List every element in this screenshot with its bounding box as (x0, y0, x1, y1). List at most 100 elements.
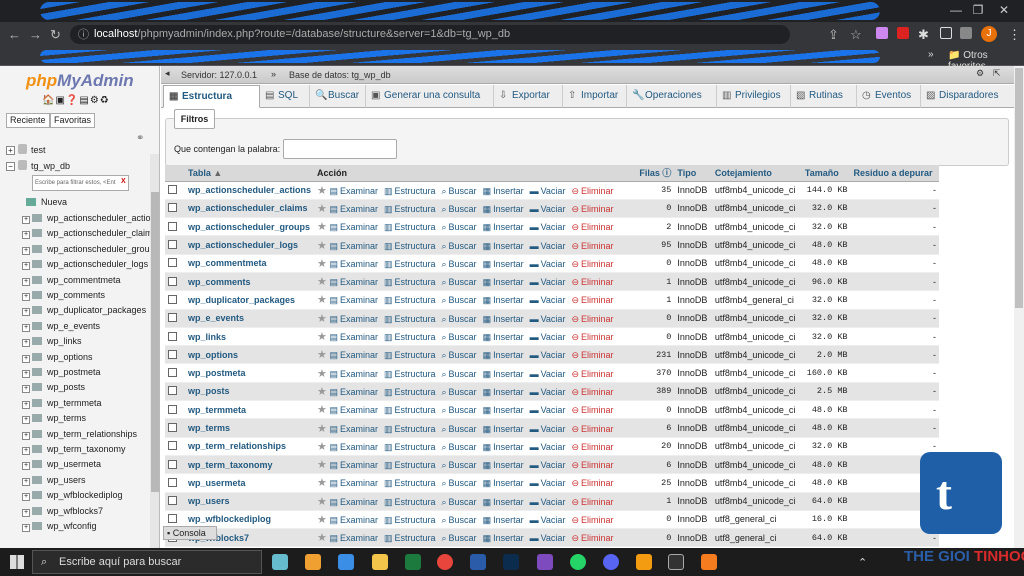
help-circle-icon[interactable]: ⓘ (662, 168, 671, 178)
home-icon[interactable]: 🏠 (42, 95, 55, 106)
sort-tamano-link[interactable]: Tamaño (805, 168, 839, 178)
drop-action[interactable]: ⊖ Eliminar (571, 186, 613, 196)
bookmark-star-icon[interactable]: ☆ (850, 27, 862, 43)
page-scroll-thumb[interactable] (1015, 68, 1023, 308)
table-name-link[interactable]: wp_commentmeta (188, 258, 267, 268)
empty-action[interactable]: ▬ Vaciar (530, 515, 566, 525)
structure-action[interactable]: ▥ Estructura (384, 405, 436, 415)
row-checkbox[interactable] (168, 441, 177, 451)
breadcrumb-database[interactable]: Base de datos: tg_wp_db (289, 70, 391, 80)
row-checkbox[interactable] (168, 240, 177, 250)
table-size[interactable]: 32.0 KB (801, 327, 851, 347)
search-action[interactable]: ⌕ Buscar (442, 369, 477, 379)
insert-action[interactable]: ▦ Insertar (483, 222, 524, 232)
favorite-star-icon[interactable]: ★ (317, 404, 327, 416)
structure-action[interactable]: ▥ Estructura (384, 241, 436, 251)
structure-action[interactable]: ▥ Estructura (384, 424, 436, 434)
examine-action[interactable]: ▤ Examinar (329, 405, 378, 415)
expand-icon[interactable]: + (22, 231, 30, 240)
insert-action[interactable]: ▦ Insertar (483, 442, 524, 452)
expand-icon[interactable]: + (22, 385, 30, 394)
table-size[interactable]: 64.0 KB (801, 492, 851, 511)
examine-action[interactable]: ▤ Examinar (329, 442, 378, 452)
maximize-button[interactable]: ❐ (968, 3, 988, 17)
table-name-link[interactable]: wp_actionscheduler_actions (188, 185, 311, 195)
reload-icon[interactable]: ↻ (50, 27, 61, 43)
drop-action[interactable]: ⊖ Eliminar (571, 533, 613, 543)
header-filas[interactable]: Filas ⓘ (634, 165, 675, 182)
examine-action[interactable]: ▤ Examinar (329, 515, 378, 525)
insert-action[interactable]: ▦ Insertar (483, 186, 524, 196)
whatsapp-icon[interactable] (570, 554, 586, 570)
sort-residuo-link[interactable]: Residuo a depurar (854, 168, 933, 178)
empty-action[interactable]: ▬ Vaciar (530, 533, 566, 543)
nav-table-item[interactable]: + wp_wfblockediplog (22, 488, 123, 503)
drop-action[interactable]: ⊖ Eliminar (571, 295, 613, 305)
examine-action[interactable]: ▤ Examinar (329, 295, 378, 305)
structure-action[interactable]: ▥ Estructura (384, 533, 436, 543)
phpmyadmin-logo[interactable]: phpMyAdmin (26, 71, 134, 91)
word-icon[interactable] (470, 554, 486, 570)
search-action[interactable]: ⌕ Buscar (442, 222, 477, 232)
empty-action[interactable]: ▬ Vaciar (530, 405, 566, 415)
favorite-star-icon[interactable]: ★ (317, 294, 327, 306)
table-name-link[interactable]: wp_actionscheduler_logs (188, 240, 298, 250)
examine-action[interactable]: ▤ Examinar (329, 277, 378, 287)
search-action[interactable]: ⌕ Buscar (442, 277, 477, 287)
row-checkbox[interactable] (168, 221, 177, 231)
pdf-extension-icon[interactable] (897, 27, 909, 39)
table-size[interactable]: 32.0 KB (801, 217, 851, 237)
search-action[interactable]: ⌕ Buscar (442, 424, 477, 434)
chrome-icon[interactable] (437, 554, 453, 570)
expand-icon[interactable]: + (22, 308, 30, 317)
tab-importar[interactable]: ⇧ Importar (563, 85, 627, 108)
extension-icon[interactable] (876, 27, 888, 39)
favorite-star-icon[interactable]: ★ (317, 331, 327, 343)
favorite-star-icon[interactable]: ★ (317, 514, 327, 526)
tab-exportar[interactable]: ⇩ Exportar (494, 85, 563, 108)
insert-action[interactable]: ▦ Insertar (483, 497, 524, 507)
db-item-test[interactable]: + test (6, 143, 46, 157)
table-name-link[interactable]: wp_terms (188, 423, 230, 433)
table-size[interactable]: 64.0 KB (801, 528, 851, 548)
settings-icon[interactable]: ⚙ (90, 95, 100, 106)
table-name-link[interactable]: wp_links (188, 332, 226, 342)
app-icon-2[interactable] (668, 554, 684, 570)
drop-action[interactable]: ⊖ Eliminar (571, 204, 613, 214)
media-app-icon[interactable] (305, 554, 321, 570)
expand-icon[interactable]: + (22, 262, 30, 271)
table-size[interactable]: 32.0 KB (801, 290, 851, 310)
close-window-button[interactable]: ✕ (994, 3, 1014, 17)
nav-new-table[interactable]: Nueva (26, 195, 67, 210)
search-action[interactable]: ⌕ Buscar (442, 314, 477, 324)
insert-action[interactable]: ▦ Insertar (483, 533, 524, 543)
share-icon[interactable]: ⇪ (828, 27, 839, 43)
table-size[interactable]: 32.0 KB (801, 309, 851, 328)
favorite-star-icon[interactable]: ★ (317, 459, 327, 471)
row-checkbox[interactable] (168, 276, 177, 286)
tab-eventos[interactable]: ◷ Eventos (857, 85, 921, 108)
examine-action[interactable]: ▤ Examinar (329, 460, 378, 470)
row-checkbox[interactable] (168, 514, 177, 524)
nav-table-item[interactable]: + wp_actionscheduler_logs (22, 257, 148, 272)
photoshop-icon[interactable] (503, 554, 519, 570)
structure-action[interactable]: ▥ Estructura (384, 387, 436, 397)
row-checkbox[interactable] (168, 313, 177, 323)
expand-icon[interactable]: + (22, 246, 30, 255)
row-checkbox[interactable] (168, 386, 177, 396)
favorite-star-icon[interactable]: ★ (317, 203, 327, 215)
expand-icon[interactable]: + (22, 447, 30, 455)
table-name-link[interactable]: wp_comments (188, 277, 251, 287)
insert-action[interactable]: ▦ Insertar (483, 405, 524, 415)
nav-table-item[interactable]: + wp_actionscheduler_claim (22, 226, 153, 241)
drop-action[interactable]: ⊖ Eliminar (571, 387, 613, 397)
expand-icon[interactable]: + (22, 370, 30, 378)
examine-action[interactable]: ▤ Examinar (329, 350, 378, 360)
structure-action[interactable]: ▥ Estructura (384, 314, 436, 324)
tab-disparadores[interactable]: ▨ Disparadores (921, 85, 1017, 108)
drop-action[interactable]: ⊖ Eliminar (571, 515, 613, 525)
store-icon[interactable] (338, 554, 354, 570)
db-item-tg-wp-db[interactable]: − tg_wp_db (6, 159, 70, 173)
drop-action[interactable]: ⊖ Eliminar (571, 314, 613, 324)
insert-action[interactable]: ▦ Insertar (483, 332, 524, 342)
